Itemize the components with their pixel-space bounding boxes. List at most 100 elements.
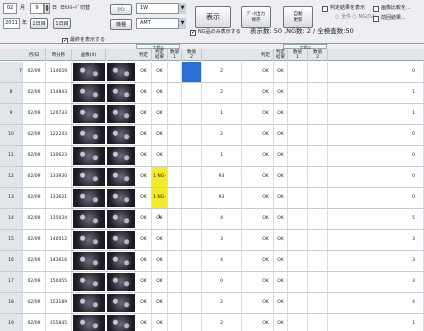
table-row[interactable]: 19 02/09 155845 OK OK 2 OK OK 1 [0, 314, 424, 331]
value-1b [182, 83, 202, 103]
judge-2: OK [258, 125, 274, 145]
column-header[interactable]: 画像(X) [72, 49, 106, 61]
inspection-image-thumbnail[interactable] [107, 210, 135, 228]
auto-update-button[interactable]: 自動 更新 [283, 6, 313, 28]
judge-result-label: 判定結果を表示 [330, 5, 366, 11]
value-2b [308, 104, 328, 124]
table-row[interactable]: 8 02/09 114843 OK OK 2 OK OK 1 [0, 83, 424, 104]
inspection-image-thumbnail[interactable] [73, 231, 105, 249]
result-1: OK [152, 104, 168, 124]
inspection-image-thumbnail[interactable] [73, 189, 105, 207]
row-date: 02/09 [23, 125, 46, 145]
data-output-button[interactable]: ﾃﾞｰﾀ出力 保存 [241, 6, 271, 28]
column-header[interactable]: 時分秒 [46, 49, 72, 61]
column-header[interactable]: 判定 [258, 49, 274, 61]
judge-1: OK [136, 104, 152, 124]
value-last: 0 [328, 167, 424, 187]
row-date: 02/09 [23, 251, 46, 271]
ng-only-checkbox[interactable] [190, 29, 196, 36]
value-1a [168, 188, 182, 208]
value-1b [182, 104, 202, 124]
column-header[interactable]: 数値 2 [308, 49, 328, 61]
inspection-image-thumbnail[interactable] [73, 168, 105, 186]
value-2b [308, 188, 328, 208]
column-header[interactable]: 月/日 [23, 49, 46, 61]
judge-1: OK [136, 62, 152, 82]
line-label: ﾗｲﾝ [110, 4, 132, 15]
table-row[interactable]: 9 02/09 120733 OK OK 1 OK OK 1 [0, 104, 424, 125]
row-number: 11 [0, 146, 23, 166]
inspection-image-thumbnail[interactable] [107, 147, 135, 165]
value-2b [308, 251, 328, 271]
table-row[interactable]: 10 02/09 122243 OK OK 2 OK OK 0 [0, 125, 424, 146]
inspection-grid[interactable]: 工程① 工程② 月/日 時分秒 画像(X) 判定 判定 結果 数値 1 数値 2 判定 判定 結… [0, 43, 424, 331]
line-dropdown-icon[interactable]: ▼ [178, 3, 186, 14]
year-input[interactable]: 2011 [3, 18, 20, 29]
inspection-image-thumbnail[interactable] [107, 294, 135, 312]
table-row[interactable]: 18 02/09 153189 OK OK 2 OK OK 4 [0, 293, 424, 314]
inspection-image-thumbnail[interactable] [107, 252, 135, 270]
inspection-image-thumbnail[interactable] [73, 84, 105, 102]
inspection-image-thumbnail[interactable] [73, 126, 105, 144]
table-row[interactable]: 1202/09133930OK1 NG-193OKOK0 [0, 167, 424, 199]
inspection-image-thumbnail[interactable] [73, 252, 105, 270]
result-2: OK [274, 146, 288, 166]
table-row[interactable]: 17 02/09 150455 OK OK 0 OK OK 3 [0, 272, 424, 293]
row-number: 18 [0, 293, 23, 313]
table-row[interactable]: 11 02/09 130623 OK OK 1 OK OK 0 [0, 146, 424, 167]
table-row[interactable]: 16 02/09 143616 OK OK 4 OK OK 3 [0, 251, 424, 272]
inspection-image-thumbnail[interactable] [107, 168, 135, 186]
row-number: 15 [0, 230, 23, 250]
inspection-image-thumbnail[interactable] [107, 189, 135, 207]
table-row[interactable]: 14 02/09 135034 OK OK 4 OK OK 5 [0, 209, 424, 230]
column-header[interactable]: 数値 1 [168, 49, 182, 61]
inspection-image-thumbnail[interactable] [107, 84, 135, 102]
value-count: 4 [202, 251, 242, 271]
inspection-image-thumbnail[interactable] [107, 231, 135, 249]
inspection-image-thumbnail[interactable] [107, 105, 135, 123]
mode-toggle-label[interactable]: 日ｾﾙﾓｰﾄﾞ切替 [60, 4, 90, 13]
table-row[interactable]: 13 02/09 133621 OK 1 NG-1 93 OK OK 0 [0, 188, 424, 220]
inspection-image-thumbnail[interactable] [73, 273, 105, 291]
image-compare-checkbox[interactable] [373, 6, 379, 12]
inspection-image-thumbnail[interactable] [73, 63, 105, 81]
column-header[interactable]: 数値 1 [288, 49, 308, 61]
ng-only-label: NG品のみ表示する [198, 29, 241, 35]
inspection-image-thumbnail[interactable] [73, 210, 105, 228]
column-header[interactable]: 数値 2 [182, 49, 202, 61]
value-count: 2 [202, 125, 242, 145]
column-header[interactable]: 判定 結果 [274, 49, 288, 61]
show-button[interactable]: 表示 [195, 6, 231, 28]
judge-1: OK [136, 167, 152, 187]
column-header[interactable]: 判定 結果 [152, 49, 168, 61]
inspection-image-thumbnail[interactable] [107, 273, 135, 291]
month-input[interactable]: 02 [3, 3, 17, 14]
value-1a [168, 104, 182, 124]
inspection-image-thumbnail[interactable] [73, 315, 105, 331]
inspection-image-thumbnail[interactable] [107, 126, 135, 144]
result-2: OK [274, 314, 288, 331]
prev-result-checkbox[interactable] [373, 16, 379, 22]
table-row[interactable]: 15 02/09 140012 OK OK 3 OK OK 3 [0, 230, 424, 251]
column-header[interactable]: 判定 [136, 49, 152, 61]
judge-result-checkbox[interactable] [322, 6, 328, 12]
value-2a [288, 293, 308, 313]
inspection-image-thumbnail[interactable] [107, 63, 135, 81]
value-2a [288, 209, 308, 229]
result-2: OK [274, 251, 288, 271]
day-spin-icon[interactable]: ▲ ▼ [44, 3, 50, 14]
value-2a [288, 146, 308, 166]
inspection-image-thumbnail[interactable] [73, 294, 105, 312]
to-day-button[interactable]: 1日目 [53, 18, 71, 29]
inspection-image-thumbnail[interactable] [73, 105, 105, 123]
judge-1: OK [136, 251, 152, 271]
day-input[interactable]: 9 [30, 3, 44, 14]
machine-dropdown-icon[interactable]: ▼ [178, 18, 186, 29]
mode-radio-label[interactable]: ○ 全件 ○ NGのみ [335, 13, 376, 22]
value-2b [308, 167, 328, 187]
value-count: 0 [202, 272, 242, 292]
inspection-image-thumbnail[interactable] [73, 147, 105, 165]
inspection-image-thumbnail[interactable] [107, 315, 135, 331]
table-row[interactable]: 7 02/09 114659 OK OK 2 OK OK 0 [0, 62, 424, 83]
from-day-button[interactable]: 1日目 [30, 18, 48, 29]
